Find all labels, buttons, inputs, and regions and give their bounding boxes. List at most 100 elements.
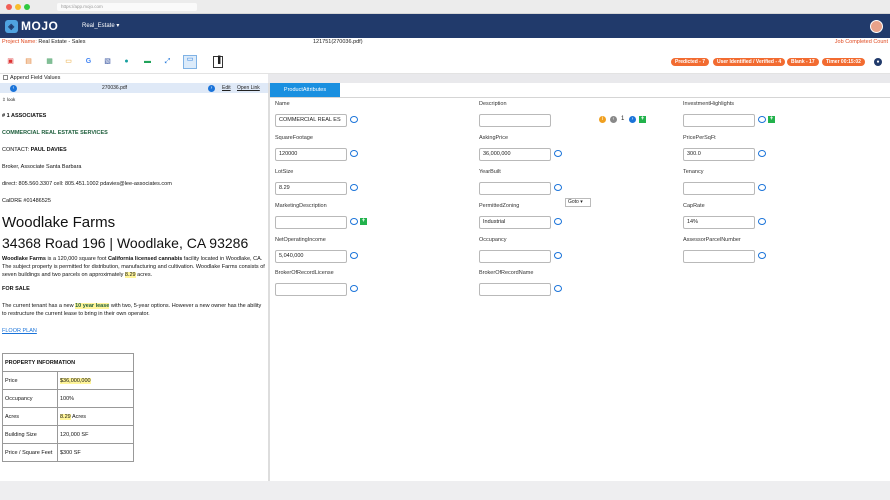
google-icon[interactable]: G [84, 58, 93, 66]
square-footage-input[interactable]: 120000 [275, 148, 347, 161]
info-icon[interactable]: ● [874, 58, 882, 66]
bottom-bar [0, 481, 890, 500]
user-identified-badge: User Identified / Verified - 4 [713, 58, 786, 66]
app-logo[interactable]: ◈ MOJO [5, 19, 58, 33]
year-built-input[interactable] [479, 182, 551, 195]
append-field-values[interactable]: Append Field Values [0, 74, 268, 83]
prev-match-icon[interactable]: ‹ [610, 116, 617, 123]
expand-icon[interactable]: ⤢ [163, 58, 172, 66]
doc-license: CalDRE #01486525 [2, 198, 51, 204]
append-checkbox[interactable] [3, 75, 8, 81]
doc-paragraph-1: Woodlake Farms is a 120,000 square foot … [2, 256, 265, 278]
minimize-window-dot[interactable] [15, 4, 21, 10]
comment-icon[interactable] [758, 116, 766, 123]
doc-title: Woodlake Farms [2, 214, 116, 231]
comment-icon[interactable] [350, 252, 358, 259]
open-link[interactable]: Open Link [237, 83, 260, 93]
table-header-row: PROPERTY INFORMATION [2, 353, 134, 372]
comment-icon[interactable] [758, 150, 766, 157]
marketing-description-input[interactable] [275, 216, 347, 229]
doc-paragraph-2: The current tenant has a new 10 year lea… [2, 303, 262, 317]
doc-phone: direct: 805.560.3307 cell: 805.451.1002 … [2, 181, 172, 187]
lot-size-input[interactable]: 8.29 [275, 182, 347, 195]
permitted-zoning-input[interactable]: Industrial [479, 216, 551, 229]
floor-plan-link[interactable]: FLOOR PLAN [2, 328, 37, 334]
clipboard-icon[interactable]: ▤ [24, 58, 33, 66]
tab-product-attributes[interactable]: ProductAttributes [270, 83, 340, 97]
doc-text: ⇳ look [2, 97, 16, 102]
project-dropdown[interactable]: Real_Estate ▾ [82, 22, 119, 29]
comment-icon[interactable] [554, 150, 562, 157]
maximize-window-dot[interactable] [24, 4, 30, 10]
monitor-icon[interactable]: ▭ [183, 55, 197, 69]
timer-badge: Timer 00:15:02 [822, 58, 865, 66]
doc-broker: Broker, Associate Santa Barbara [2, 164, 82, 170]
price-per-sqft-input[interactable]: 300.0 [683, 148, 755, 161]
comment-icon[interactable] [554, 218, 562, 225]
comment-icon[interactable] [758, 184, 766, 191]
comment-icon[interactable] [758, 252, 766, 259]
job-status: Job Completed Count [834, 39, 888, 45]
document-viewer: ⇳ look # 1 ASSOCIATES COMMERCIAL REAL ES… [0, 93, 268, 481]
attributes-panel: ProductAttributes Name COMMERCIAL REAL E… [270, 83, 890, 481]
next-match-icon[interactable]: › [629, 116, 636, 123]
avatar[interactable] [870, 20, 883, 33]
table-row: Building Size 120,000 SF [2, 425, 134, 444]
comment-icon[interactable] [554, 252, 562, 259]
doc-contact: CONTACT: PAUL DAVIES [2, 147, 67, 153]
predicted-badge: Predicted - 7 [671, 58, 710, 66]
investment-highlights-input[interactable] [683, 114, 755, 127]
comment-icon[interactable] [350, 184, 358, 191]
broker-name-input[interactable] [479, 283, 551, 296]
property-table: PROPERTY INFORMATION Price $36,000,000 Oc… [2, 353, 134, 462]
cap-rate-input[interactable]: 14% [683, 216, 755, 229]
comment-icon[interactable] [350, 150, 358, 157]
info-warning-icon[interactable]: i [599, 116, 606, 123]
export-icon[interactable]: ▦ [45, 58, 54, 66]
comment-icon[interactable] [350, 116, 358, 123]
occupancy-input[interactable] [479, 250, 551, 263]
broker-license-input[interactable] [275, 283, 347, 296]
comment-icon[interactable] [758, 218, 766, 225]
document-nav-bar: ‹ 270036.pdf › Edit Open Link [0, 83, 268, 93]
project-name-label: Project Name: [2, 39, 37, 45]
image-icon[interactable]: ▬ [143, 58, 152, 66]
goto-select[interactable]: Goto ▾ [565, 198, 591, 207]
name-input[interactable]: COMMERCIAL REAL ES [275, 114, 347, 127]
doc-subtitle: COMMERCIAL REAL ESTATE SERVICES [2, 130, 108, 136]
add-value-icon[interactable]: + [360, 218, 367, 225]
top-navbar: ◈ MOJO Real_Estate ▾ [0, 14, 890, 38]
doc-for-sale: FOR SALE [2, 286, 30, 292]
doc-filename: 270036.pdf [102, 85, 128, 91]
logo-icon: ◈ [5, 19, 18, 33]
comment-icon[interactable] [554, 184, 562, 191]
table-row: Acres 8.29 Acres [2, 407, 134, 426]
save-icon[interactable]: ▣ [6, 58, 15, 66]
table-row: Price / Square Feet $300 SF [2, 443, 134, 462]
address-bar[interactable]: https://app.mojo.com [57, 3, 197, 11]
comment-icon[interactable] [350, 285, 358, 292]
asking-price-input[interactable]: 36,000,000 [479, 148, 551, 161]
search-icon[interactable]: ● [122, 58, 131, 66]
table-row: Occupancy 100% [2, 389, 134, 408]
next-page-icon[interactable]: › [208, 85, 215, 92]
add-value-icon[interactable]: + [639, 116, 646, 123]
doc-address: 34368 Road 196 | Woodlake, CA 93286 [2, 235, 249, 251]
select-region-icon[interactable]: ▧ [103, 58, 112, 66]
comment-icon[interactable] [350, 218, 358, 225]
browser-chrome: https://app.mojo.com [0, 0, 890, 14]
net-operating-income-input[interactable]: 5,040,000 [275, 250, 347, 263]
prev-page-icon[interactable]: ‹ [10, 85, 17, 92]
project-name-value: Real Estate - Sales [38, 39, 86, 45]
toolbar: ▣ ▤ ▦ ▭ G ▧ ● ▬ ⤢ ▭ ▐ Predicted - 7 User… [0, 46, 890, 74]
assessor-parcel-number-input[interactable] [683, 250, 755, 263]
add-value-icon[interactable]: + [768, 116, 775, 123]
comment-icon[interactable] [554, 285, 562, 292]
tenancy-input[interactable] [683, 182, 755, 195]
close-window-dot[interactable] [6, 4, 12, 10]
edit-link[interactable]: Edit [222, 83, 231, 93]
tag-icon[interactable]: ▭ [64, 58, 73, 66]
description-input[interactable] [479, 114, 551, 127]
panel-toggle-icon[interactable]: ▐ [213, 56, 223, 68]
doc-company: # 1 ASSOCIATES [2, 113, 47, 119]
